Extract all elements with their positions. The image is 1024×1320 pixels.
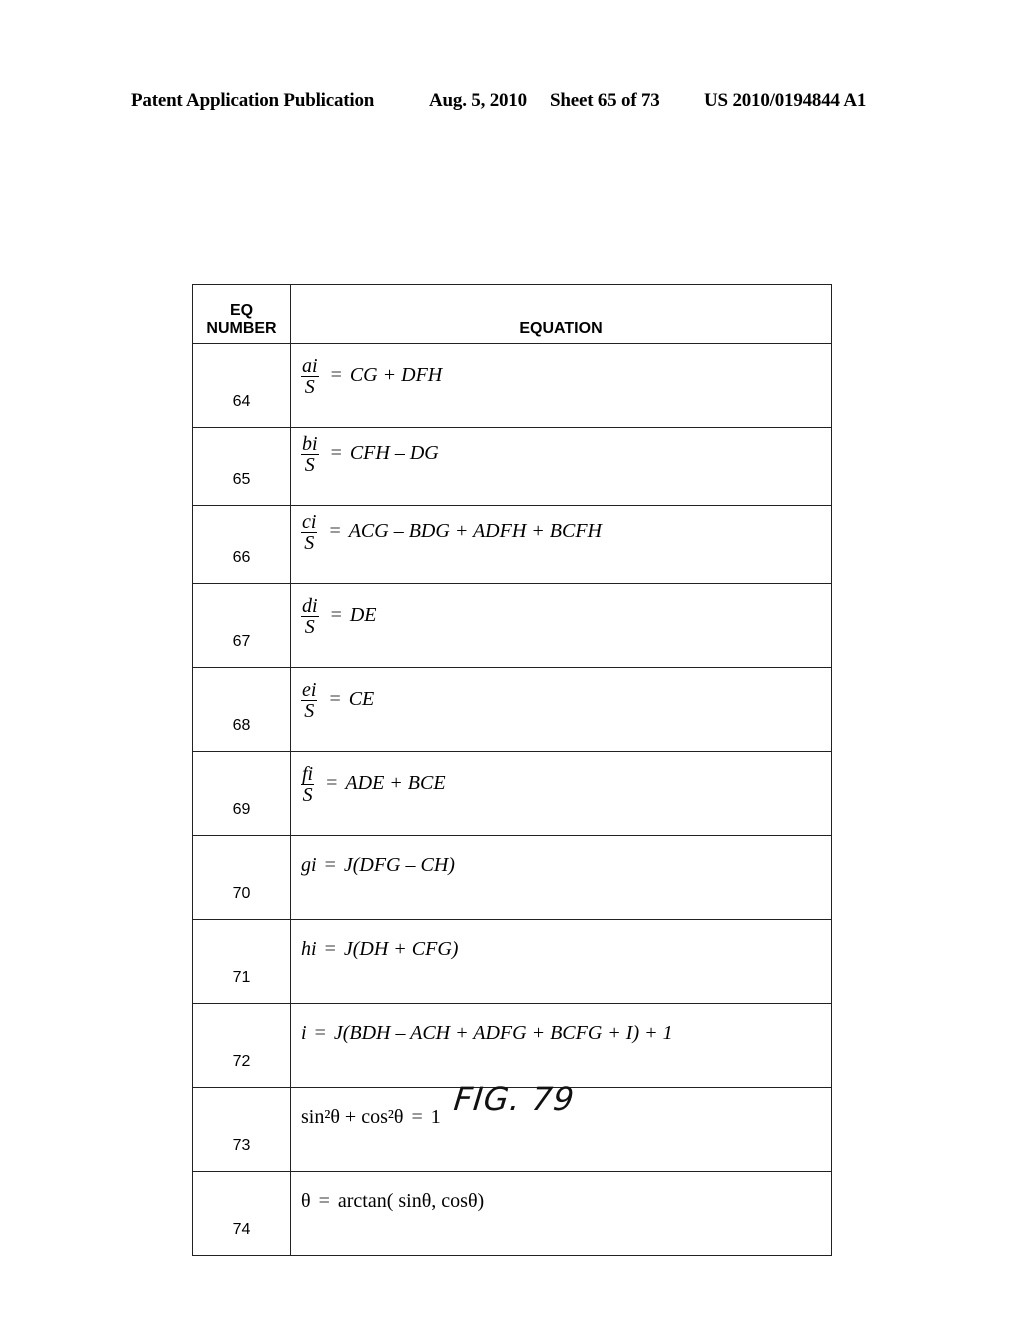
denominator: S: [304, 376, 315, 398]
publication-date: Aug. 5, 2010: [429, 90, 527, 111]
eq-number: 65: [192, 427, 291, 506]
numerator: di: [301, 595, 319, 617]
equals-sign: =: [330, 364, 342, 387]
equation-rhs: CG + DFH: [349, 364, 443, 387]
eq-number: 71: [192, 919, 291, 1004]
equation-rhs: 1: [430, 1106, 441, 1128]
fraction: ci S: [301, 511, 318, 554]
equals-sign: =: [329, 688, 341, 711]
equation-cell: i = J(BDH – ACH + ADFG + BCFG + I) + 1: [290, 1003, 832, 1088]
table-row: 74 θ = arctan( sinθ, cosθ): [192, 1171, 832, 1256]
denominator: S: [304, 700, 315, 722]
table-row: 70 gi = J(DFG – CH): [192, 835, 832, 920]
equation-cell: hi = J(DH + CFG): [290, 919, 832, 1004]
eq-number: 67: [192, 583, 291, 668]
table-row: 71 hi = J(DH + CFG): [192, 919, 832, 1004]
patent-number: US 2010/0194844 A1: [704, 90, 867, 111]
table-row: 65 bi S = CFH – DG: [192, 427, 832, 506]
eq-number: 72: [192, 1003, 291, 1088]
figure-label: FIG. 79: [452, 1080, 577, 1118]
equation-cell: di S = DE: [290, 583, 832, 668]
eq-number: 66: [192, 505, 291, 584]
denominator: S: [304, 616, 315, 638]
equation-lhs: i: [301, 1022, 307, 1044]
equation-rhs: CFH – DG: [349, 442, 439, 465]
equation-cell: ei S = CE: [290, 667, 832, 752]
column-header-equation: EQUATION: [290, 284, 832, 344]
equals-sign: =: [326, 772, 338, 795]
denominator: S: [304, 454, 315, 476]
table-row: 69 fi S = ADE + BCE: [192, 751, 832, 836]
fraction: bi S: [301, 434, 319, 475]
eq-number: 74: [192, 1171, 291, 1256]
equals-sign: =: [314, 1022, 326, 1044]
equals-sign: =: [330, 442, 342, 465]
table-row: 64 ai S = CG + DFH: [192, 343, 832, 428]
eq-number: 68: [192, 667, 291, 752]
table-row: 67 di S = DE: [192, 583, 832, 668]
equation-cell: ai S = CG + DFH: [290, 343, 832, 428]
equals-sign: =: [330, 604, 342, 627]
equals-sign: =: [411, 1106, 423, 1128]
eq-number: 64: [192, 343, 291, 428]
equals-sign: =: [324, 854, 336, 876]
denominator: S: [302, 784, 313, 806]
sheet-number: Sheet 65 of 73: [550, 90, 660, 111]
column-header-eq-number: EQ NUMBER: [192, 284, 291, 344]
equation-lhs: gi: [301, 854, 317, 876]
equals-sign: =: [318, 1190, 330, 1212]
eq-number: 70: [192, 835, 291, 920]
equation-lhs: sin²θ + cos²θ: [301, 1106, 404, 1128]
column-header-line: EQ: [229, 302, 254, 319]
equation-rhs: ACG – BDG + ADFH + BCFH: [348, 520, 602, 543]
numerator: ai: [301, 355, 319, 377]
denominator: S: [304, 532, 315, 554]
numerator: ei: [301, 679, 318, 701]
equation-rhs: DE: [349, 604, 377, 627]
table-row: 72 i = J(BDH – ACH + ADFG + BCFG + I) + 1: [192, 1003, 832, 1088]
equation-rhs: CE: [348, 688, 375, 711]
equation-rhs: J(BDH – ACH + ADFG + BCFG + I) + 1: [333, 1022, 673, 1044]
fraction: ei S: [301, 679, 318, 722]
numerator: ci: [301, 511, 318, 533]
equation-cell: ci S = ACG – BDG + ADFH + BCFH: [290, 505, 832, 584]
equation-rhs: ADE + BCE: [345, 772, 446, 795]
equation-cell: fi S = ADE + BCE: [290, 751, 832, 836]
equals-sign: =: [324, 938, 336, 960]
eq-number: 69: [192, 751, 291, 836]
equation-cell: gi = J(DFG – CH): [290, 835, 832, 920]
table-header-row: EQ NUMBER EQUATION: [192, 284, 832, 344]
numerator: bi: [301, 433, 319, 455]
fraction: ai S: [301, 356, 319, 397]
equals-sign: =: [329, 520, 341, 543]
table-row: 66 ci S = ACG – BDG + ADFH + BCFH: [192, 505, 832, 584]
eq-number: 73: [192, 1087, 291, 1172]
table-row: 68 ei S = CE: [192, 667, 832, 752]
equation-cell: θ = arctan( sinθ, cosθ): [290, 1171, 832, 1256]
equation-lhs: θ: [301, 1190, 311, 1212]
equation-rhs: J(DH + CFG): [343, 938, 459, 960]
fraction: di S: [301, 596, 319, 637]
publication-title: Patent Application Publication: [131, 90, 375, 111]
equation-rhs: arctan( sinθ, cosθ): [337, 1190, 485, 1212]
equation-cell: bi S = CFH – DG: [290, 427, 832, 506]
equation-lhs: hi: [301, 938, 317, 960]
fraction: fi S: [301, 763, 315, 806]
equation-rhs: J(DFG – CH): [343, 854, 455, 876]
column-header-line: NUMBER: [206, 320, 277, 337]
numerator: fi: [301, 763, 315, 785]
